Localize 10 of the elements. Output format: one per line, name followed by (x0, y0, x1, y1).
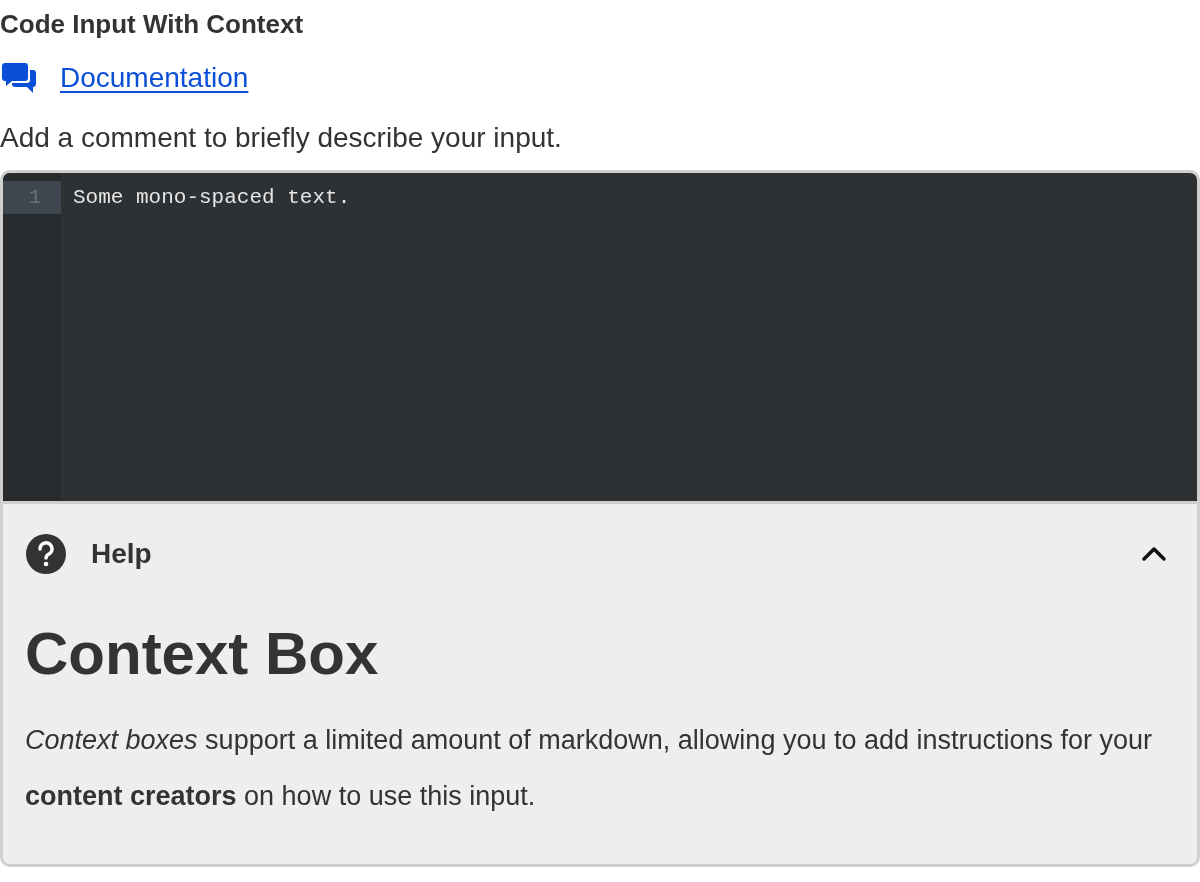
documentation-link[interactable]: Documentation (60, 57, 249, 99)
help-toggle[interactable]: Help (25, 504, 1175, 604)
chat-bubbles-icon (2, 63, 36, 93)
code-line: Some mono-spaced text. (73, 185, 351, 211)
context-text: Context boxes support a limited amount of markdown, allowing you to add instructions for your content creators on how to use this input. (25, 724, 1154, 813)
help-icon (25, 533, 67, 575)
help-label: Help (91, 537, 152, 571)
field-description: Add a comment to briefly describe your input. (0, 121, 563, 155)
context-heading: Context Box (25, 619, 380, 689)
field-title: Code Input With Context (0, 8, 305, 41)
